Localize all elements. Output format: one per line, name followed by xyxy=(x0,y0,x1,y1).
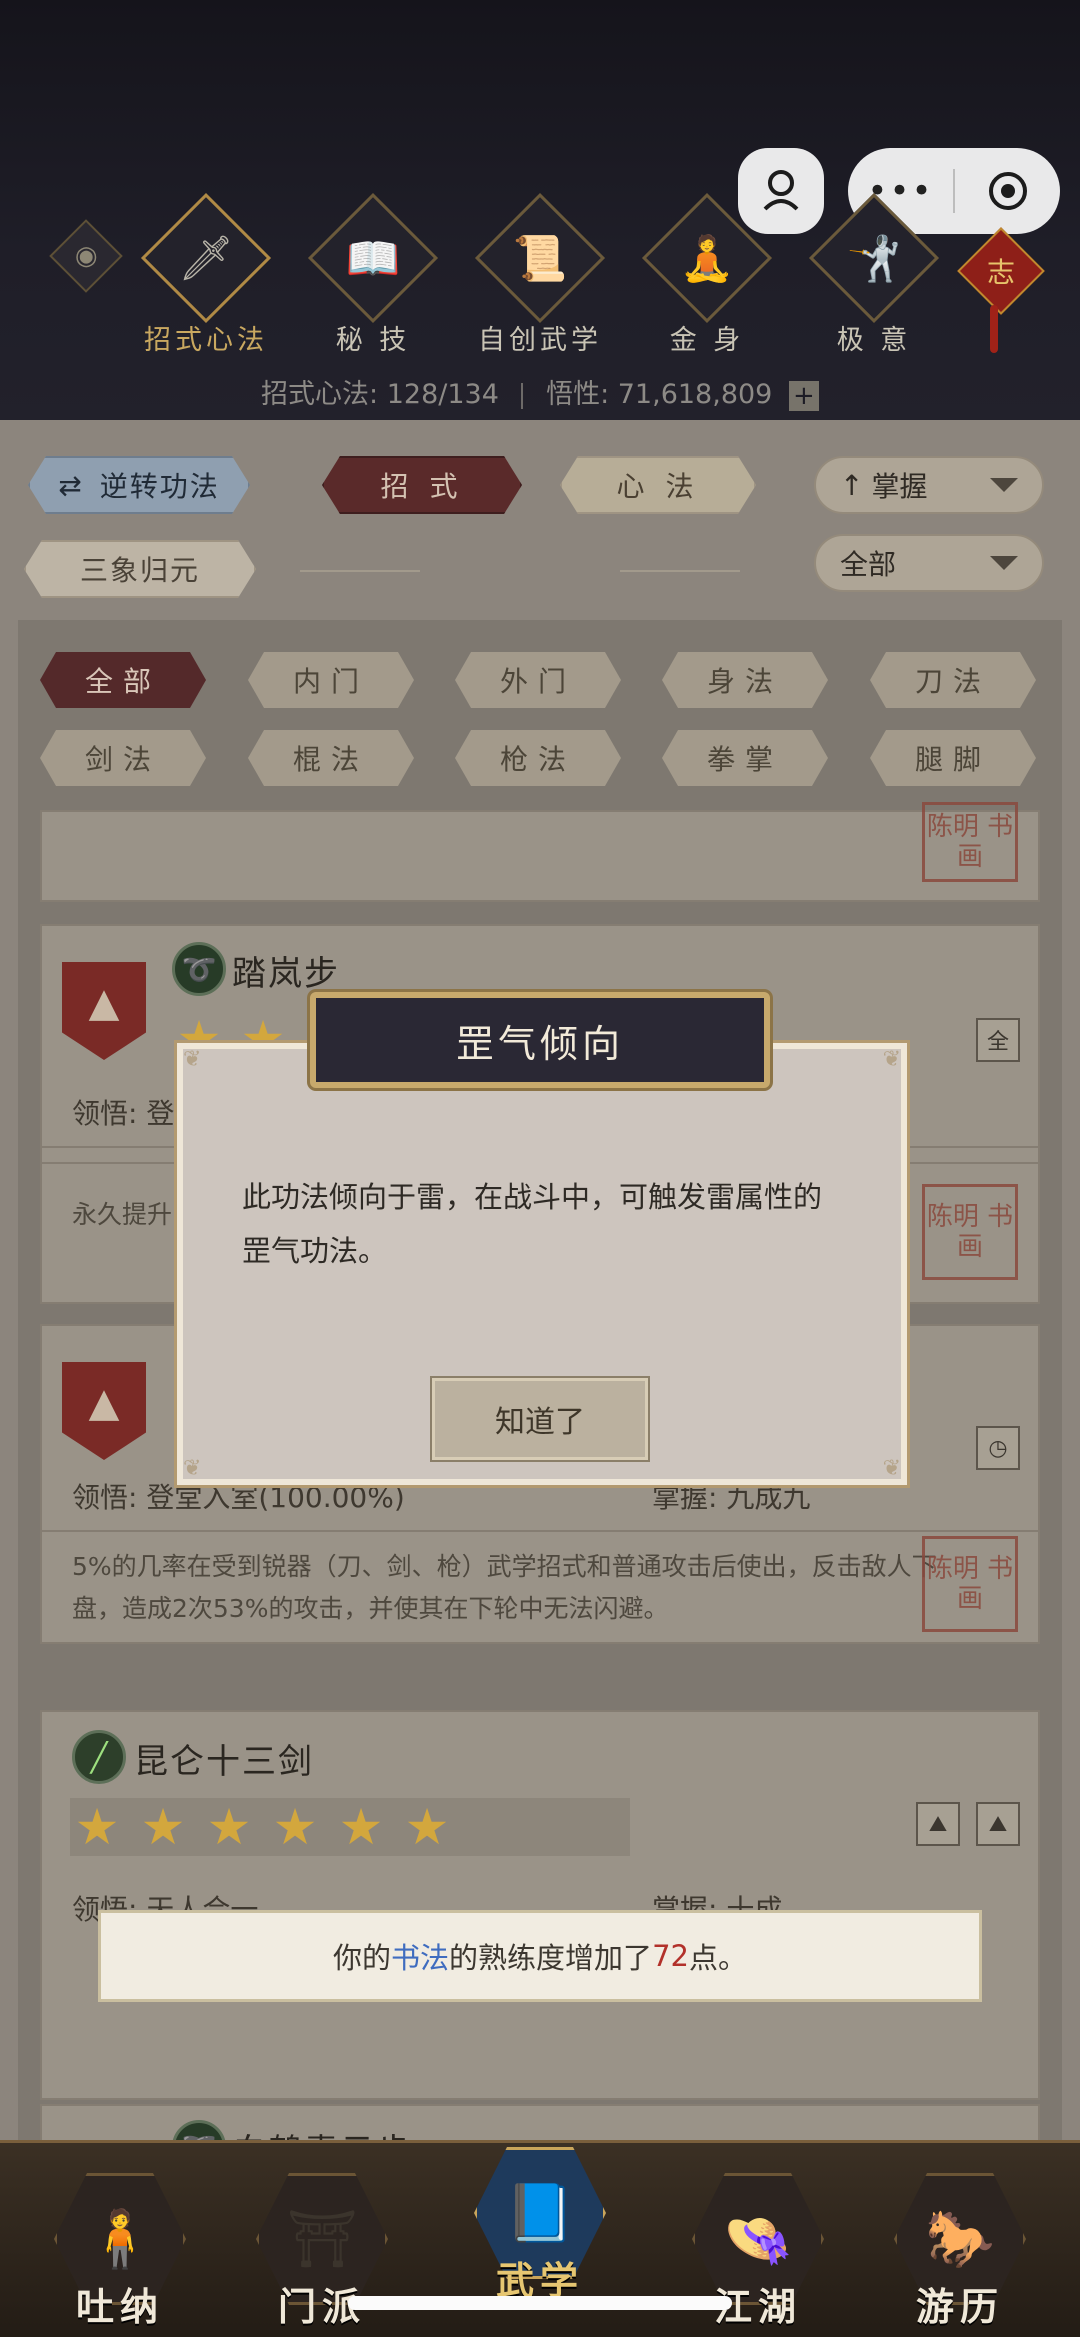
tab-label: 秘 技 xyxy=(335,325,411,356)
meditation-icon: 🧘 xyxy=(679,232,735,284)
filter-staff[interactable]: 棍法 xyxy=(248,730,414,786)
corner-ornament: ❦ xyxy=(882,1047,901,1072)
star-icon: ★ xyxy=(272,1798,318,1856)
dialog-title: 罡气倾向 xyxy=(310,992,770,1088)
home-indicator[interactable] xyxy=(348,2296,732,2310)
visibility-toggle[interactable]: ◉ xyxy=(49,219,123,293)
book-icon: 📖 xyxy=(345,232,401,284)
tab-ultimate-intent[interactable]: 🤺 极 意 xyxy=(804,192,944,357)
skill-name: 昆仑十三剑 xyxy=(134,1742,314,1782)
filter-inner-sect[interactable]: 内门 xyxy=(248,652,414,708)
insight-points: 悟性: 71,618,809 xyxy=(546,379,773,410)
toast-amount: 72 xyxy=(652,1939,689,1973)
sort-select[interactable]: ↑ 掌握 xyxy=(814,456,1044,514)
top-header: ••• ◉ 🗡 招式心法 📖 秘 技 📜 自创武学 🧘 金 身 🤺 极 意 志 … xyxy=(0,0,1080,420)
nav-martial-arts[interactable]: 📘 武学 xyxy=(470,2147,610,2307)
corner-ornament: ❦ xyxy=(183,1047,202,1072)
chevron-down-icon xyxy=(990,478,1018,492)
upgrade-shield-icon: ▲ xyxy=(62,1362,146,1460)
ornament-line-left xyxy=(300,570,420,572)
filter-legs[interactable]: 腿脚 xyxy=(870,730,1036,786)
ambition-charm-label: 志 xyxy=(986,255,1016,289)
skill-description: 5%的几率在受到锐器（刀、剑、枪）武学招式和普通攻击后使出，反击敌人下盘，造成2… xyxy=(72,1552,937,1623)
stats-bar: 招式心法: 128/134 悟性: 71,618,809 + xyxy=(0,372,1080,411)
preset-button[interactable]: 三象归元 xyxy=(24,540,256,598)
star-icon: ★ xyxy=(206,1798,252,1856)
tab-label: 极 意 xyxy=(836,325,912,356)
tassel-decoration xyxy=(990,305,998,353)
acknowledge-button[interactable]: 知道了 xyxy=(432,1378,648,1460)
martial-pose-icon: 🤺 xyxy=(846,232,902,284)
tab-self-created[interactable]: 📜 自创武学 xyxy=(470,192,610,357)
filter-fist-palm[interactable]: 拳掌 xyxy=(662,730,828,786)
sword-icon: 🗡 xyxy=(178,232,234,284)
card-divider xyxy=(42,1530,1038,1532)
skill-card-previous[interactable]: 陈明 书画 xyxy=(40,802,1040,902)
mountain-icon[interactable]: ⛰ xyxy=(916,1802,960,1846)
toast-skill: 书法 xyxy=(391,1941,450,1975)
filter-sword[interactable]: 剑法 xyxy=(40,730,206,786)
toast-notification: 你的 书法 的熟练度增加了 72 点。 xyxy=(98,1910,982,2002)
clock-icon[interactable]: ◷ xyxy=(976,1426,1020,1470)
sort-select-value: 掌握 xyxy=(871,470,928,503)
dialog-message: 此功法倾向于雷，在战斗中，可触发雷属性的罡气功法。 xyxy=(242,1180,823,1268)
toast-text: 点。 xyxy=(688,1941,747,1975)
stats-divider xyxy=(521,382,524,409)
filter-outer-sect[interactable]: 外门 xyxy=(455,652,621,708)
tag-icon[interactable]: 全 xyxy=(976,1018,1020,1062)
star-rating: ★ ★ ★ ★ ★ ★ xyxy=(70,1800,454,1854)
tab-moves[interactable]: 招 式 xyxy=(322,456,522,514)
seal-stamp: 陈明 书画 xyxy=(922,1536,1018,1632)
tab-label: 金 身 xyxy=(669,325,745,356)
skill-card[interactable]: ╱ 昆仑十三剑 ★ ★ ★ ★ ★ ★ ⛰ ⛰ 领悟: 天人合一 掌握: 十成 xyxy=(40,1710,1040,2100)
skill-category-tabs: ◉ 🗡 招式心法 📖 秘 技 📜 自创武学 🧘 金 身 🤺 极 意 xyxy=(0,192,1080,370)
nav-label: 游历 xyxy=(915,2285,1004,2329)
filter-blade[interactable]: 刀法 xyxy=(870,652,1036,708)
tab-heart-methods[interactable]: 心 法 xyxy=(560,456,756,514)
tab-label: 招式心法 xyxy=(144,325,268,356)
mountain-icon[interactable]: ⛰ xyxy=(976,1802,1020,1846)
star-icon: ★ xyxy=(74,1798,120,1856)
chevron-down-icon xyxy=(990,556,1018,570)
skill-description: 永久提升 xyxy=(72,1200,173,1229)
upgrade-shield-icon: ▲ xyxy=(62,962,146,1060)
sword-skill-icon: ╱ xyxy=(72,1730,126,1784)
scope-select[interactable]: 全部 xyxy=(814,534,1044,592)
scroll-icon: 📜 xyxy=(512,232,568,284)
eye-icon: ◉ xyxy=(74,241,98,271)
add-insight-button[interactable]: + xyxy=(788,380,819,411)
reverse-technique-label: 逆转功法 xyxy=(99,470,220,503)
corner-ornament: ❦ xyxy=(183,1456,202,1481)
tab-moves-and-hearts[interactable]: 🗡 招式心法 xyxy=(136,192,276,357)
filter-movement[interactable]: 身法 xyxy=(662,652,828,708)
tab-golden-body[interactable]: 🧘 金 身 xyxy=(637,192,777,357)
nav-breathing[interactable]: 🧍 吐纳 xyxy=(50,2173,190,2333)
seal-stamp: 陈明 书画 xyxy=(922,802,1018,882)
star-icon: ★ xyxy=(140,1798,186,1856)
filter-spear[interactable]: 枪法 xyxy=(455,730,621,786)
tab-secret-skills[interactable]: 📖 秘 技 xyxy=(303,192,443,357)
corner-ornament: ❦ xyxy=(882,1456,901,1481)
star-icon: ★ xyxy=(404,1798,450,1856)
swap-arrows-icon: ⇄ xyxy=(58,468,88,502)
ornament-line-right xyxy=(620,570,740,572)
insight-label: 领悟: 登 xyxy=(72,1097,175,1130)
skill-name: 踏岚步 xyxy=(232,954,340,994)
scope-select-value: 全部 xyxy=(840,548,897,581)
tab-label: 自创武学 xyxy=(478,325,602,356)
seal-stamp: 陈明 书画 xyxy=(922,1184,1018,1280)
movement-skill-icon: ➰ xyxy=(172,942,226,996)
reverse-technique-button[interactable]: ⇄ 逆转功法 xyxy=(28,456,250,514)
nav-travel[interactable]: 🐎 游历 xyxy=(890,2173,1030,2333)
nav-label: 吐纳 xyxy=(75,2285,164,2329)
toast-text: 的熟练度增加了 xyxy=(449,1941,653,1975)
toast-text: 你的 xyxy=(333,1941,392,1975)
star-icon: ★ xyxy=(338,1798,384,1856)
moves-count: 招式心法: 128/134 xyxy=(261,379,499,410)
up-arrow-icon: ↑ xyxy=(840,468,864,502)
filter-all[interactable]: 全部 xyxy=(40,652,206,708)
